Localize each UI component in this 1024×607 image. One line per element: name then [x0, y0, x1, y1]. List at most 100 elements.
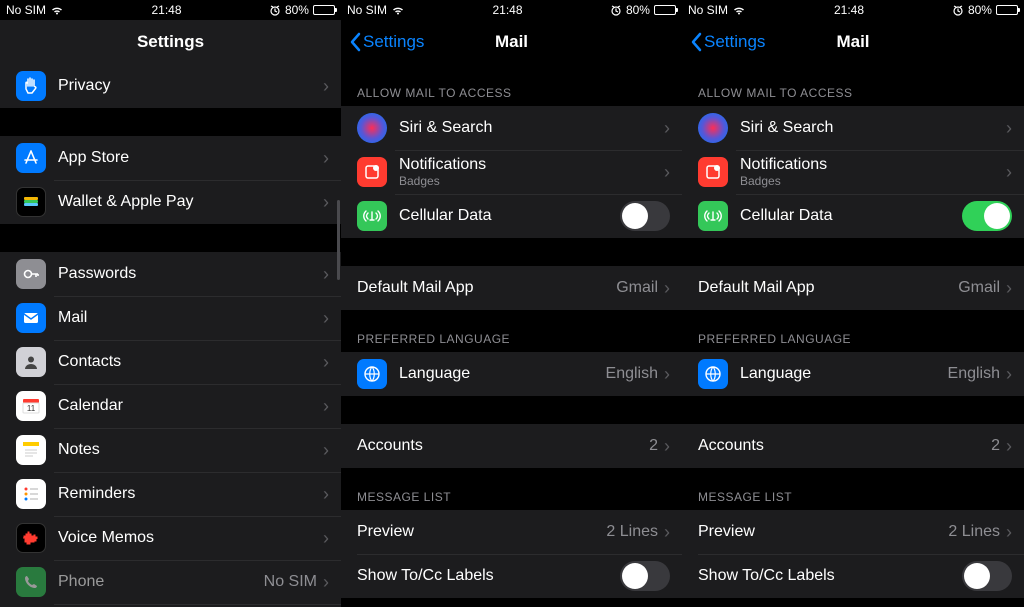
row-wallet[interactable]: Wallet & Apple Pay › — [0, 180, 341, 224]
nav-back-button[interactable]: Settings — [690, 32, 765, 52]
chevron-right-icon: › — [323, 440, 329, 461]
alarm-icon — [269, 4, 281, 16]
key-icon — [16, 259, 46, 289]
showtocc-toggle[interactable] — [962, 561, 1012, 591]
row-showtocc: Show To/Cc Labels — [682, 554, 1024, 598]
row-siri[interactable]: Siri & Search › — [682, 106, 1024, 150]
globe-icon — [357, 359, 387, 389]
chevron-right-icon: › — [664, 278, 670, 299]
row-label: Phone — [58, 573, 264, 591]
row-mail[interactable]: Mail › — [0, 296, 341, 340]
row-preview[interactable]: Preview 2 Lines › — [682, 510, 1024, 554]
siri-icon — [698, 113, 728, 143]
status-carrier: No SIM — [688, 3, 728, 17]
row-value: English — [948, 365, 1000, 383]
row-default-mail-app[interactable]: Default Mail App Gmail › — [682, 266, 1024, 310]
row-notifications[interactable]: Notifications Badges › — [341, 150, 682, 194]
row-cellular: Cellular Data — [682, 194, 1024, 238]
row-label: Preview — [357, 523, 606, 541]
row-label: Cellular Data — [399, 207, 620, 225]
row-voicememos[interactable]: Voice Memos › — [0, 516, 341, 560]
row-label: Language — [399, 365, 606, 383]
chevron-right-icon: › — [664, 522, 670, 543]
row-label: Show To/Cc Labels — [357, 567, 620, 585]
header-msglist: MESSAGE LIST — [341, 468, 682, 510]
row-calendar[interactable]: 11 Calendar › — [0, 384, 341, 428]
screen-settings: No SIM 21:48 80% Settings Privacy › — [0, 0, 341, 607]
battery-icon — [654, 5, 676, 15]
row-siri[interactable]: Siri & Search › — [341, 106, 682, 150]
hand-icon — [16, 71, 46, 101]
svg-text:11: 11 — [27, 404, 36, 413]
chevron-right-icon: › — [1006, 364, 1012, 385]
row-appstore[interactable]: App Store › — [0, 136, 341, 180]
status-battery-pct: 80% — [285, 3, 309, 17]
battery-icon — [313, 5, 335, 15]
calendar-icon: 11 — [16, 391, 46, 421]
chevron-right-icon: › — [1006, 436, 1012, 457]
row-passwords[interactable]: Passwords › — [0, 252, 341, 296]
status-carrier: No SIM — [6, 3, 46, 17]
chevron-right-icon: › — [1006, 118, 1012, 139]
chevron-right-icon: › — [323, 572, 329, 593]
chevron-right-icon: › — [664, 364, 670, 385]
showtocc-toggle[interactable] — [620, 561, 670, 591]
nav-title: Settings — [137, 32, 204, 52]
row-language[interactable]: Language English › — [341, 352, 682, 396]
row-cellular: Cellular Data — [341, 194, 682, 238]
row-value: No SIM — [264, 573, 317, 591]
status-battery-pct: 80% — [968, 3, 992, 17]
nav-back-button[interactable]: Settings — [349, 32, 424, 52]
status-time: 21:48 — [492, 3, 522, 17]
siri-icon — [357, 113, 387, 143]
row-label: Notes — [58, 441, 323, 459]
battery-icon — [996, 5, 1018, 15]
row-phone[interactable]: Phone No SIM › — [0, 560, 341, 604]
wifi-icon — [732, 5, 746, 15]
row-label: Siri & Search — [740, 119, 1006, 137]
row-label: Privacy — [58, 77, 323, 95]
row-label: Language — [740, 365, 948, 383]
row-label: Default Mail App — [698, 279, 958, 297]
row-contacts[interactable]: Contacts › — [0, 340, 341, 384]
row-notifications[interactable]: Notifications Badges › — [682, 150, 1024, 194]
row-label: Voice Memos — [58, 529, 323, 547]
contacts-icon — [16, 347, 46, 377]
row-label: Accounts — [698, 437, 991, 455]
mail-list: ALLOW MAIL TO ACCESS Siri & Search › Not… — [341, 64, 682, 607]
row-label: Accounts — [357, 437, 649, 455]
row-accounts[interactable]: Accounts 2 › — [682, 424, 1024, 468]
voicememos-icon — [16, 523, 46, 553]
row-value: Gmail — [616, 279, 658, 297]
status-time: 21:48 — [834, 3, 864, 17]
row-label: Preview — [698, 523, 948, 541]
row-sublabel: Badges — [740, 174, 1006, 188]
appstore-icon — [16, 143, 46, 173]
row-language[interactable]: Language English › — [682, 352, 1024, 396]
nav-back-label: Settings — [363, 32, 424, 52]
cellular-toggle[interactable] — [620, 201, 670, 231]
row-label: Notifications — [399, 156, 664, 174]
wifi-icon — [50, 5, 64, 15]
row-accounts[interactable]: Accounts 2 › — [341, 424, 682, 468]
cellular-toggle[interactable] — [962, 201, 1012, 231]
row-preview[interactable]: Preview 2 Lines › — [341, 510, 682, 554]
settings-list: Privacy › App Store › Wallet & Apple Pay… — [0, 64, 341, 607]
row-notes[interactable]: Notes › — [0, 428, 341, 472]
status-time: 21:48 — [151, 3, 181, 17]
header-allow: ALLOW MAIL TO ACCESS — [682, 64, 1024, 106]
mail-icon — [16, 303, 46, 333]
header-preferred: PREFERRED LANGUAGE — [682, 310, 1024, 352]
row-privacy[interactable]: Privacy › — [0, 64, 341, 108]
row-label: Default Mail App — [357, 279, 616, 297]
row-reminders[interactable]: Reminders › — [0, 472, 341, 516]
scrollbar-indicator[interactable] — [337, 200, 340, 280]
row-label: Show To/Cc Labels — [698, 567, 962, 585]
alarm-icon — [610, 4, 622, 16]
chevron-right-icon: › — [323, 264, 329, 285]
row-default-mail-app[interactable]: Default Mail App Gmail › — [341, 266, 682, 310]
notes-icon — [16, 435, 46, 465]
row-sublabel: Badges — [399, 174, 664, 188]
chevron-right-icon: › — [1006, 278, 1012, 299]
nav-title: Mail — [495, 32, 528, 52]
